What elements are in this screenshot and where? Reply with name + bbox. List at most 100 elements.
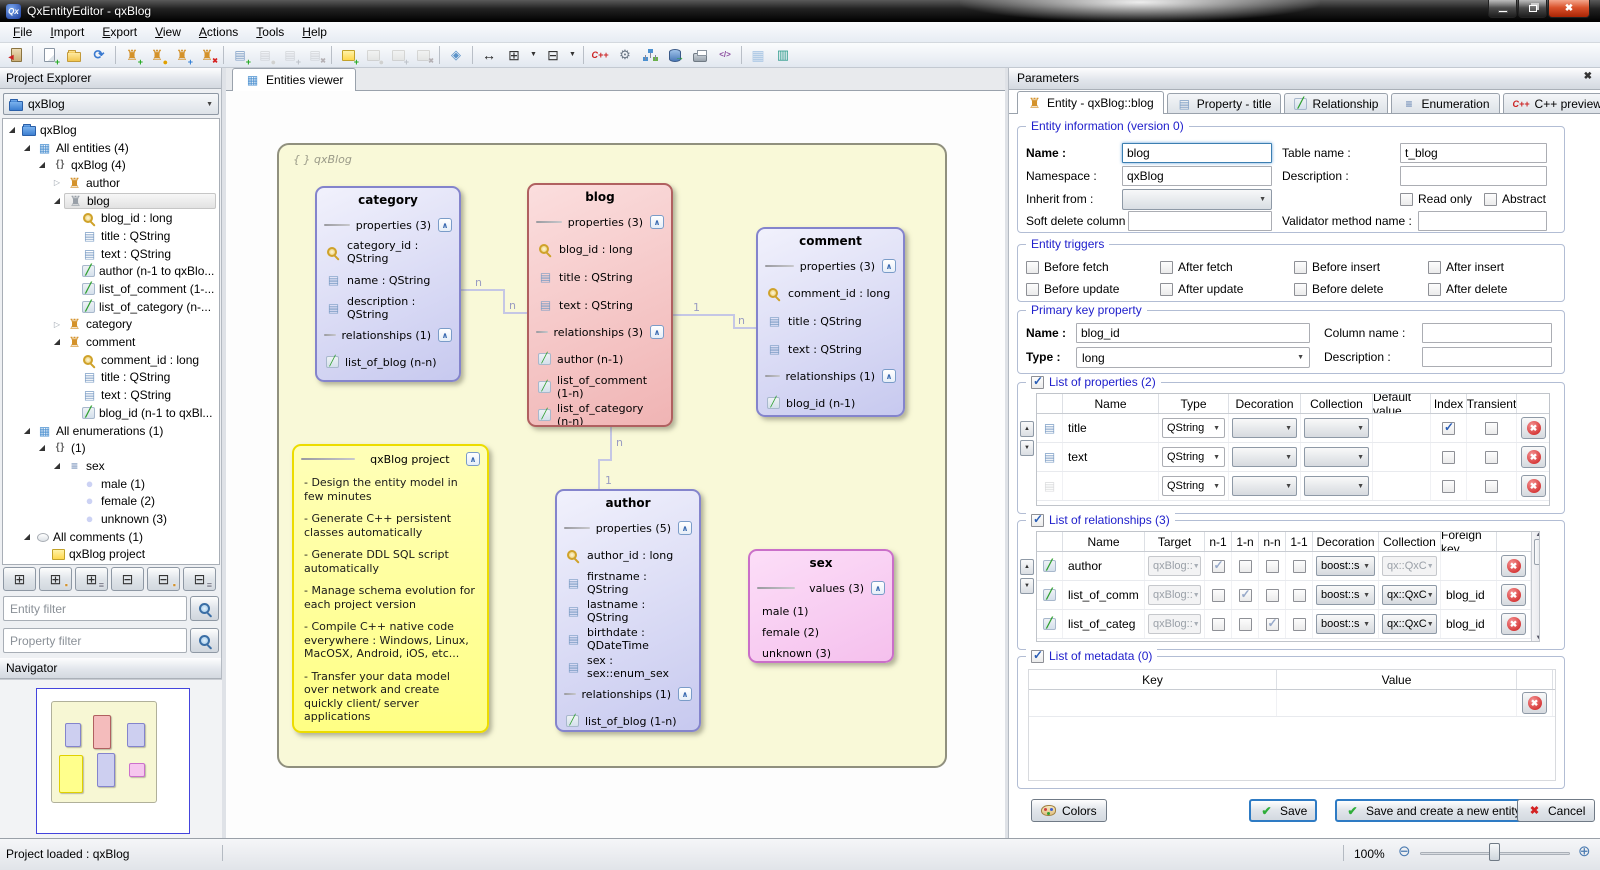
n-n-checkbox[interactable] xyxy=(1266,618,1279,631)
entity-item-category-id-qstring[interactable]: category_id : QString xyxy=(317,238,459,266)
decoration-combo[interactable]: boost::s▼ xyxy=(1316,556,1375,576)
tab-c-preview[interactable]: C++C++ preview xyxy=(1503,93,1600,114)
expand-options-button[interactable]: ▼ xyxy=(527,44,540,66)
expand-all-button[interactable]: ⊞ xyxy=(3,567,36,591)
collapse-icon[interactable]: ∧ xyxy=(650,215,664,229)
entity-item-female-2[interactable]: female (2) xyxy=(750,622,892,643)
cpp-export-button[interactable]: C++ xyxy=(588,44,612,66)
tree-item-sex[interactable]: ◢≡sex xyxy=(3,457,219,475)
entity-item-firstname-qstring[interactable]: ▤firstname : QString xyxy=(557,569,699,597)
new-project-button[interactable]: + xyxy=(37,44,61,66)
relationships-list-checkbox[interactable] xyxy=(1031,514,1044,527)
tree-item-unknown-3[interactable]: ●unknown (3) xyxy=(3,510,219,528)
tree-item-category[interactable]: ▷♜category xyxy=(3,316,219,334)
delete-row-button[interactable]: ✖ xyxy=(1521,417,1546,439)
collapse-entities-button[interactable]: ⊟▪ xyxy=(147,567,180,591)
checkbox[interactable] xyxy=(1428,283,1441,296)
target-combo[interactable]: qxBlog::▼ xyxy=(1148,585,1201,605)
collapse-expander-icon[interactable]: ◢ xyxy=(52,461,62,470)
delete-row-button[interactable]: ✖ xyxy=(1521,446,1546,468)
metadata-list-checkbox[interactable] xyxy=(1031,650,1044,663)
1-n-checkbox[interactable] xyxy=(1239,618,1252,631)
checkbox[interactable] xyxy=(1484,193,1497,206)
collapse-icon[interactable]: ∧ xyxy=(882,369,896,383)
name-cell[interactable]: title xyxy=(1063,414,1159,442)
entity-name-input[interactable] xyxy=(1122,143,1272,163)
tree-item-title-qstring[interactable]: ▤title : QString xyxy=(3,227,219,245)
trigger-after-insert-checkbox[interactable]: After insert xyxy=(1428,259,1504,275)
entity-box-author[interactable]: authorproperties (5)∧author_id : long▤fi… xyxy=(555,489,701,732)
entity-item-author-id-long[interactable]: author_id : long xyxy=(557,541,699,569)
decoration-combo[interactable]: boost::s▼ xyxy=(1316,585,1375,605)
n-1-checkbox[interactable] xyxy=(1212,589,1225,602)
entity-item-name-qstring[interactable]: ▤name : QString xyxy=(317,266,459,294)
expand-properties-button[interactable]: ⊞≡ xyxy=(75,567,108,591)
trigger-before-insert-checkbox[interactable]: Before insert xyxy=(1294,259,1380,275)
menu-import[interactable]: Import xyxy=(41,23,93,41)
tree-item-female-2[interactable]: ●female (2) xyxy=(3,492,219,510)
edit-entity-button[interactable]: ♜● xyxy=(145,44,169,66)
name-cell[interactable]: text xyxy=(1063,443,1159,471)
collapse-icon[interactable]: ∧ xyxy=(650,325,664,339)
move-up-button[interactable]: ▲ xyxy=(1020,559,1034,575)
entity-item-blog-id-n-1[interactable]: ╱blog_id (n-1) xyxy=(758,389,903,417)
pk-type-combo[interactable]: long▼ xyxy=(1076,347,1310,368)
delete-entity-button[interactable]: ♜✖ xyxy=(195,44,219,66)
entity-item-title-qstring[interactable]: ▤title : QString xyxy=(529,263,671,291)
entity-item-title-qstring[interactable]: ▤title : QString xyxy=(758,307,903,335)
move-up-button[interactable]: ▲ xyxy=(1020,421,1034,437)
delete-row-button[interactable]: ✖ xyxy=(1522,692,1547,714)
quit-button[interactable] xyxy=(4,44,28,66)
tab-property-title[interactable]: ▤Property - title xyxy=(1167,93,1282,114)
entity-box-sex[interactable]: sexvalues (3)∧male (1)female (2)unknown … xyxy=(748,549,894,663)
tree-item-list-of-category-n[interactable]: ╱list_of_category (n-... xyxy=(3,298,219,316)
tree-item-list-of-comment-1[interactable]: ╱list_of_comment (1-... xyxy=(3,280,219,298)
tab-enumeration[interactable]: ≡Enumeration xyxy=(1391,93,1499,114)
checkbox[interactable] xyxy=(1294,261,1307,274)
tree-item-qxblog-project[interactable]: qxBlog project xyxy=(3,546,219,564)
trigger-before-fetch-checkbox[interactable]: Before fetch xyxy=(1026,259,1109,275)
entity-item-lastname-qstring[interactable]: ▤lastname : QString xyxy=(557,597,699,625)
index-checkbox[interactable] xyxy=(1442,451,1455,464)
collapse-icon[interactable]: ∧ xyxy=(871,581,885,595)
trigger-after-fetch-checkbox[interactable]: After fetch xyxy=(1160,259,1233,275)
type-combo[interactable]: QString▼ xyxy=(1162,447,1225,467)
tab-entity-qxblog-blog[interactable]: ♜Entity - qxBlog::blog xyxy=(1017,91,1164,114)
entity-item-unknown-3[interactable]: unknown (3) xyxy=(750,643,892,663)
delete-comment-button[interactable]: ✖ xyxy=(411,44,435,66)
collapse-all-button[interactable]: ⊟ xyxy=(111,567,144,591)
table-scrollbar[interactable]: ▲▼ xyxy=(1531,532,1540,641)
1-1-checkbox[interactable] xyxy=(1293,589,1306,602)
minimize-button[interactable] xyxy=(1488,0,1517,18)
metadata-row[interactable]: ✖ xyxy=(1029,690,1555,717)
menu-file[interactable]: File xyxy=(4,23,41,41)
tree-item-title-qstring[interactable]: ▤title : QString xyxy=(3,369,219,387)
expand-expander-icon[interactable]: ▷ xyxy=(52,320,62,329)
add-entity-button[interactable]: ♜+ xyxy=(120,44,144,66)
tree-item-all-comments-1[interactable]: ◢All comments (1) xyxy=(3,528,219,546)
transient-checkbox[interactable] xyxy=(1485,422,1498,435)
pk-column-input[interactable] xyxy=(1422,323,1552,343)
add-property-button[interactable]: ▤+ xyxy=(228,44,252,66)
entity-item-list-of-blog-n-n[interactable]: ╱list_of_blog (n-n) xyxy=(317,348,459,376)
zoom-in-button[interactable]: ⊕ xyxy=(1578,844,1591,859)
collapse-icon[interactable]: ∧ xyxy=(438,328,452,342)
colors-button[interactable]: Colors xyxy=(1031,799,1107,822)
decoration-combo[interactable]: boost::s▼ xyxy=(1316,614,1375,634)
close-panel-icon[interactable]: ✖ xyxy=(1584,71,1592,82)
checkbox[interactable] xyxy=(1026,261,1039,274)
collapse-icon[interactable]: ∧ xyxy=(438,218,452,232)
source-view-button[interactable]: </> xyxy=(713,44,737,66)
tree-item-qxblog-4[interactable]: ◢{ }qxBlog (4) xyxy=(3,156,219,174)
scroll-up-icon[interactable]: ▲ xyxy=(1536,532,1540,538)
open-project-button[interactable] xyxy=(62,44,86,66)
collection-combo[interactable]: ▼ xyxy=(1304,447,1369,467)
close-button[interactable]: ✖ xyxy=(1548,0,1590,18)
collection-combo[interactable]: qx::QxC▼ xyxy=(1382,614,1437,634)
1-1-checkbox[interactable] xyxy=(1293,618,1306,631)
collapse-icon[interactable]: ∧ xyxy=(678,521,692,535)
target-combo[interactable]: qxBlog::▼ xyxy=(1148,556,1201,576)
network-button[interactable] xyxy=(638,44,662,66)
n-1-checkbox[interactable] xyxy=(1212,560,1225,573)
collapse-expander-icon[interactable]: ◢ xyxy=(22,143,32,152)
